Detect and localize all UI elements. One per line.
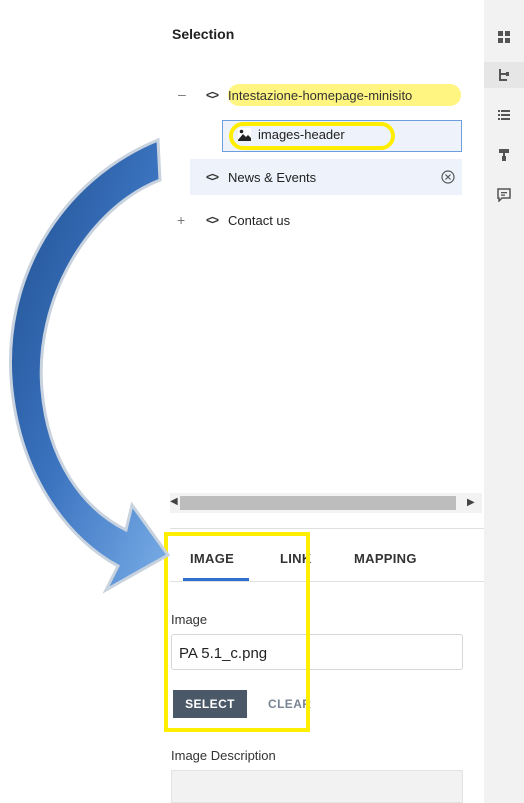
paint-roller-icon[interactable] <box>484 142 524 168</box>
scroll-left-icon[interactable]: ◀ <box>170 496 178 507</box>
annotation-ring <box>229 122 395 150</box>
side-toolbar <box>484 0 524 803</box>
list-icon[interactable] <box>484 102 524 128</box>
description-label: Image Description <box>171 748 276 763</box>
grid-icon[interactable] <box>484 24 524 50</box>
expand-toggle[interactable]: + <box>177 212 185 228</box>
tree-item-contact-us[interactable]: <> Contact us <box>206 205 290 235</box>
scrollbar-thumb[interactable] <box>180 496 456 510</box>
selection-title: Selection <box>172 26 235 42</box>
section-divider <box>170 528 484 529</box>
collapse-toggle[interactable]: – <box>178 86 186 102</box>
code-icon: <> <box>206 213 219 227</box>
comment-icon[interactable] <box>484 182 524 208</box>
scroll-right-icon[interactable]: ▶ <box>467 497 475 508</box>
tree-item-label: Contact us <box>228 212 291 228</box>
tab-mapping[interactable]: MAPPING <box>354 551 417 566</box>
code-icon: <> <box>206 170 219 184</box>
description-field[interactable] <box>171 770 463 803</box>
tree-icon[interactable] <box>484 62 524 88</box>
tree-item-intestazione[interactable]: <> Intestazione-homepage-minisito <box>206 80 412 110</box>
code-icon: <> <box>206 88 219 102</box>
remove-circle-icon[interactable] <box>441 170 455 184</box>
annotation-box <box>164 532 310 732</box>
tree-item-label: News & Events <box>228 169 317 185</box>
tree-item-news-events-content: <> News & Events <box>206 162 316 192</box>
properties-panel: Selection – <> Intestazione-homepage-min… <box>0 0 524 803</box>
tree-item-label: Intestazione-homepage-minisito <box>228 87 413 103</box>
